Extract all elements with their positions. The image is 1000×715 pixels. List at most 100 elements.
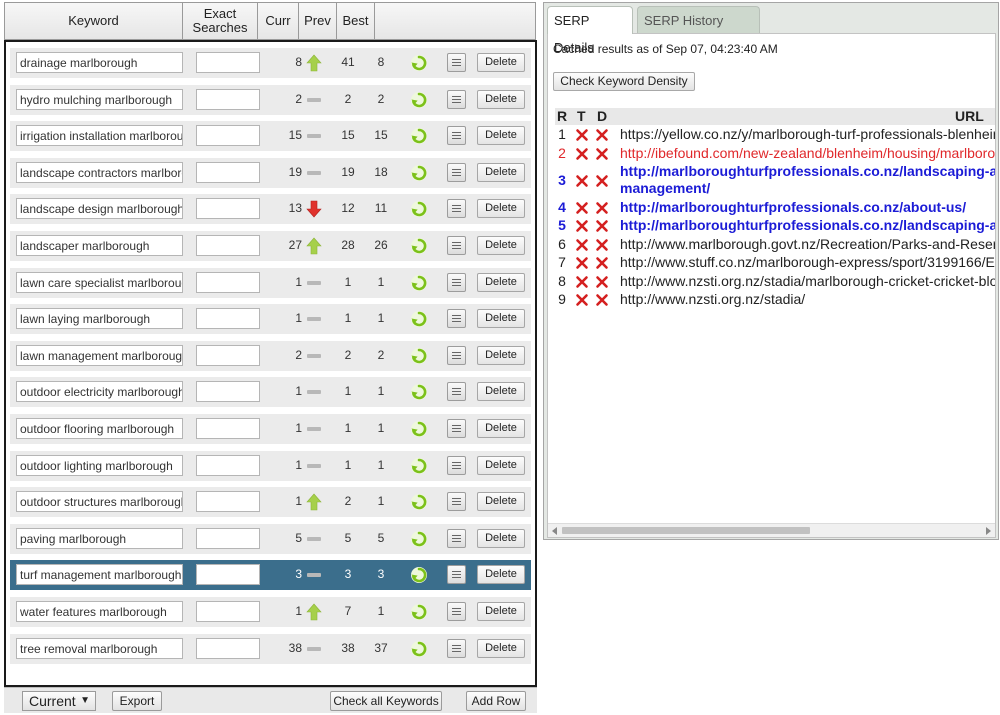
- refresh-icon[interactable]: [410, 274, 428, 292]
- delete-button[interactable]: Delete: [477, 528, 525, 548]
- exact-searches-input[interactable]: [196, 234, 260, 256]
- exact-searches-input[interactable]: [196, 198, 260, 220]
- refresh-icon[interactable]: [410, 237, 428, 255]
- exact-searches-input[interactable]: [196, 637, 260, 659]
- keyword-row[interactable]: landscape contractors marlborou 19 19 18 Del…: [10, 157, 531, 188]
- keyword-row[interactable]: water features marlborough 1 7 1 Delete: [10, 596, 531, 627]
- delete-button[interactable]: Delete: [477, 126, 525, 146]
- keyword-input[interactable]: outdoor electricity marlborough: [16, 381, 183, 403]
- refresh-icon[interactable]: [410, 127, 428, 145]
- delete-button[interactable]: Delete: [477, 382, 525, 402]
- details-menu-icon[interactable]: [447, 492, 466, 512]
- keyword-row[interactable]: drainage marlborough 8 41 8 Delete: [10, 48, 531, 78]
- close-icon[interactable]: [595, 128, 609, 142]
- keyword-input[interactable]: landscape design marlborough: [16, 198, 183, 220]
- keyword-input[interactable]: irrigation installation marlboroug: [16, 125, 183, 147]
- refresh-icon[interactable]: [410, 310, 428, 328]
- details-menu-icon[interactable]: [447, 309, 466, 329]
- refresh-icon[interactable]: [410, 420, 428, 438]
- serp-url-link[interactable]: http://www.stuff.co.nz/marlborough-expre…: [620, 254, 995, 271]
- refresh-icon[interactable]: [410, 91, 428, 109]
- details-menu-icon[interactable]: [447, 162, 466, 182]
- keyword-row[interactable]: landscape design marlborough 13 12 11 Delete: [10, 194, 531, 225]
- check-keyword-density-button[interactable]: Check Keyword Density: [553, 72, 695, 91]
- exact-searches-input[interactable]: [196, 344, 260, 366]
- keyword-input[interactable]: hydro mulching marlborough: [16, 88, 183, 110]
- details-menu-icon[interactable]: [447, 565, 466, 585]
- keyword-row[interactable]: lawn care specialist marlboroug 1 1 1 Delete: [10, 267, 531, 298]
- details-menu-icon[interactable]: [447, 455, 466, 475]
- exact-searches-input[interactable]: [196, 527, 260, 549]
- keyword-row[interactable]: outdoor flooring marlborough 1 1 1 Delete: [10, 413, 531, 444]
- delete-button[interactable]: Delete: [477, 455, 525, 475]
- details-menu-icon[interactable]: [447, 528, 466, 548]
- close-icon[interactable]: [575, 293, 589, 307]
- scroll-left-icon[interactable]: [552, 527, 557, 535]
- delete-button[interactable]: Delete: [477, 492, 525, 512]
- exact-searches-input[interactable]: [196, 125, 260, 147]
- serp-url-link[interactable]: http://www.nzsti.org.nz/stadia/: [620, 291, 805, 308]
- header-keyword[interactable]: Keyword: [5, 3, 183, 39]
- serp-url-link[interactable]: http://marlboroughturfprofessionals.co.n…: [620, 163, 995, 197]
- keyword-row[interactable]: turf management marlborough 3 3 3 Delete: [10, 560, 531, 591]
- exact-searches-input[interactable]: [196, 454, 260, 476]
- keyword-row[interactable]: tree removal marlborough 38 38 37 Delete: [10, 633, 531, 664]
- close-icon[interactable]: [595, 147, 609, 161]
- exact-searches-input[interactable]: [196, 600, 260, 622]
- serp-url-link[interactable]: http://marlboroughturfprofessionals.co.n…: [620, 217, 995, 234]
- delete-button[interactable]: Delete: [477, 235, 525, 255]
- details-menu-icon[interactable]: [447, 345, 466, 365]
- details-menu-icon[interactable]: [447, 126, 466, 146]
- add-row-button[interactable]: Add Row: [466, 691, 526, 711]
- refresh-icon[interactable]: [410, 566, 428, 584]
- delete-button[interactable]: Delete: [477, 309, 525, 329]
- refresh-icon[interactable]: [410, 603, 428, 621]
- close-icon[interactable]: [595, 275, 609, 289]
- keyword-input[interactable]: landscape contractors marlborou: [16, 161, 183, 183]
- details-menu-icon[interactable]: [447, 235, 466, 255]
- keyword-input[interactable]: paving marlborough: [16, 527, 183, 549]
- exact-searches-input[interactable]: [196, 161, 260, 183]
- refresh-icon[interactable]: [410, 54, 428, 72]
- keyword-row[interactable]: outdoor electricity marlborough 1 1 1 Delete: [10, 377, 531, 408]
- serp-url-link[interactable]: http://www.nzsti.org.nz/stadia/marlborou…: [620, 273, 995, 290]
- header-prev[interactable]: Prev: [299, 3, 337, 39]
- close-icon[interactable]: [575, 238, 589, 252]
- header-best[interactable]: Best: [337, 3, 375, 39]
- header-curr[interactable]: Curr: [258, 3, 299, 39]
- serp-url-link[interactable]: https://yellow.co.nz/y/marlborough-turf-…: [620, 126, 995, 143]
- tab-serp-details[interactable]: SERP Details: [547, 6, 633, 55]
- serp-url-link[interactable]: http://www.marlborough.govt.nz/Recreatio…: [620, 236, 995, 253]
- keyword-row[interactable]: outdoor lighting marlborough 1 1 1 Delete: [10, 450, 531, 481]
- delete-button[interactable]: Delete: [477, 418, 525, 438]
- close-icon[interactable]: [595, 238, 609, 252]
- view-select[interactable]: Current ▼: [22, 691, 96, 711]
- keyword-input[interactable]: tree removal marlborough: [16, 637, 183, 659]
- details-menu-icon[interactable]: [447, 418, 466, 438]
- refresh-icon[interactable]: [410, 493, 428, 511]
- details-menu-icon[interactable]: [447, 89, 466, 109]
- delete-button[interactable]: Delete: [477, 272, 525, 292]
- delete-button[interactable]: Delete: [477, 162, 525, 182]
- close-icon[interactable]: [595, 256, 609, 270]
- details-menu-icon[interactable]: [447, 199, 466, 219]
- keyword-input[interactable]: outdoor flooring marlborough: [16, 417, 183, 439]
- delete-button[interactable]: Delete: [477, 565, 525, 585]
- exact-searches-input[interactable]: [196, 271, 260, 293]
- details-menu-icon[interactable]: [447, 638, 466, 658]
- horizontal-scrollbar[interactable]: [548, 523, 995, 537]
- exact-searches-input[interactable]: [196, 52, 260, 73]
- details-menu-icon[interactable]: [447, 601, 466, 621]
- keyword-input[interactable]: lawn laying marlborough: [16, 308, 183, 330]
- keyword-input[interactable]: outdoor structures marlborough: [16, 491, 183, 513]
- close-icon[interactable]: [575, 201, 589, 215]
- keyword-input[interactable]: lawn management marlborough: [16, 344, 183, 366]
- refresh-icon[interactable]: [410, 164, 428, 182]
- refresh-icon[interactable]: [410, 530, 428, 548]
- export-button[interactable]: Export: [112, 691, 162, 711]
- scrollbar-thumb[interactable]: [562, 527, 810, 534]
- close-icon[interactable]: [595, 293, 609, 307]
- keyword-input[interactable]: drainage marlborough: [16, 52, 183, 73]
- close-icon[interactable]: [595, 219, 609, 233]
- keyword-input[interactable]: water features marlborough: [16, 600, 183, 622]
